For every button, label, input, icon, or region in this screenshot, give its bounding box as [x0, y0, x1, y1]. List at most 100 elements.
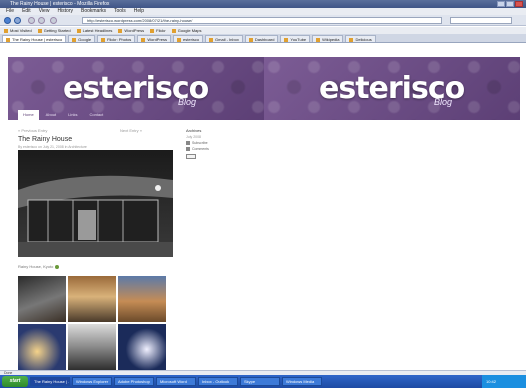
- window-title-bar: The Rainy House | esterisco - Mozilla Fi…: [0, 0, 526, 8]
- menu-item-edit[interactable]: Edit: [22, 8, 31, 15]
- reload-icon[interactable]: [28, 17, 35, 24]
- menu-item-history[interactable]: History: [57, 8, 73, 15]
- taskbar-button[interactable]: Skype: [240, 377, 280, 386]
- previous-entry-link[interactable]: « Previous Entry: [18, 128, 47, 133]
- site-logo-sub: Blog: [178, 97, 197, 107]
- bookmark-label: Most Visited: [10, 28, 32, 33]
- taskbar-button[interactable]: Windows Explorer: [72, 377, 112, 386]
- gallery-thumb[interactable]: [18, 324, 66, 370]
- bookmark-icon: [171, 28, 176, 33]
- start-button[interactable]: start: [2, 376, 28, 387]
- sidebar-button[interactable]: [186, 154, 196, 159]
- gallery-thumb[interactable]: [68, 276, 116, 322]
- bookmark-label: Getting Started: [43, 28, 71, 33]
- bookmark-label: WordPress: [124, 28, 145, 33]
- browser-tab[interactable]: Gmail - Inbox: [205, 35, 243, 42]
- gallery-thumb[interactable]: [118, 276, 166, 322]
- taskbar-button[interactable]: Adobe Photoshop: [114, 377, 154, 386]
- comments-icon: [186, 147, 190, 151]
- maximize-button[interactable]: [506, 1, 514, 7]
- browser-tab[interactable]: Delicious: [345, 35, 376, 42]
- tab-label: Delicious: [355, 37, 372, 42]
- sidebar-sub[interactable]: July 2008: [186, 135, 256, 139]
- bookmark-item[interactable]: Most Visited: [2, 27, 34, 34]
- tab-strip: The Rainy House | esterisco Google Flickr:…: [0, 34, 526, 43]
- bookmark-icon: [4, 28, 8, 33]
- menu-item-view[interactable]: View: [39, 8, 50, 15]
- bookmark-label: Latest Headlines: [82, 28, 113, 33]
- menu-item-tools[interactable]: Tools: [114, 8, 126, 15]
- system-tray-clock: 10:42: [482, 375, 526, 388]
- minimize-button[interactable]: [497, 1, 505, 7]
- browser-tab[interactable]: Wikipedia: [312, 35, 344, 42]
- window-controls: [497, 1, 523, 7]
- tab-label: WordPress: [147, 37, 168, 42]
- site-nav-links[interactable]: Links: [63, 110, 82, 120]
- gallery-thumb[interactable]: [68, 324, 116, 370]
- rss-icon: [186, 141, 190, 145]
- menu-item-file[interactable]: File: [6, 8, 14, 15]
- menu-item-bookmarks[interactable]: Bookmarks: [81, 8, 106, 15]
- web-page: esterisco Blog esterisco Blog Home About L…: [0, 44, 526, 370]
- taskbar-button[interactable]: The Rainy House | ...: [30, 377, 70, 386]
- stop-icon[interactable]: [38, 17, 45, 24]
- house-photo-image: [18, 150, 173, 257]
- taskbar-buttons: The Rainy House | ... Windows Explorer Ado…: [30, 377, 322, 386]
- home-icon[interactable]: [50, 17, 57, 24]
- browser-tab[interactable]: Google: [68, 35, 96, 42]
- bookmark-item[interactable]: Google Maps: [170, 27, 204, 34]
- bookmark-label: Google Maps: [177, 28, 202, 33]
- tab-label: Google: [78, 37, 92, 42]
- browser-tab[interactable]: esterisco: [173, 35, 204, 42]
- forward-icon[interactable]: [14, 17, 21, 24]
- browser-tab[interactable]: Flickr: Photos: [97, 35, 136, 42]
- bookmark-icon: [118, 28, 123, 33]
- photo-caption: Rainy House, Kyoto: [18, 264, 60, 269]
- post-meta: By esterisco on July 21, 2008 in Archite…: [18, 145, 87, 149]
- tab-label: Dashboard: [254, 37, 275, 42]
- bookmark-item[interactable]: Getting Started: [36, 27, 73, 34]
- sidebar-row-comments[interactable]: Comments: [186, 147, 256, 151]
- taskbar-button[interactable]: Microsoft Word: [156, 377, 196, 386]
- tag-icon: [55, 264, 60, 269]
- post-title[interactable]: The Rainy House: [18, 136, 72, 143]
- search-input[interactable]: [450, 17, 512, 24]
- photo-caption-text: Rainy House, Kyoto: [18, 264, 54, 269]
- next-entry-link[interactable]: Next Entry »: [120, 128, 142, 133]
- tab-label: esterisco: [183, 37, 200, 42]
- back-icon[interactable]: [4, 17, 11, 24]
- main-photo[interactable]: [18, 150, 173, 257]
- address-bar[interactable]: http://esterisco.wordpress.com/2008/07/2…: [82, 17, 442, 24]
- bookmark-item[interactable]: Latest Headlines: [75, 27, 115, 34]
- bookmark-icon: [76, 28, 81, 33]
- tab-favicon-icon: [349, 37, 354, 42]
- site-nav-contact[interactable]: Contact: [84, 110, 108, 120]
- tab-favicon-icon: [72, 37, 77, 42]
- bookmark-label: Flickr: [156, 28, 166, 33]
- bookmark-icon: [37, 28, 42, 33]
- bookmark-icon: [150, 28, 155, 33]
- bookmark-item[interactable]: WordPress: [116, 27, 146, 34]
- menu-bar: File Edit View History Bookmarks Tools Help: [0, 8, 526, 15]
- taskbar-button[interactable]: Inbox - Outlook: [198, 377, 238, 386]
- gallery-thumb[interactable]: [18, 276, 66, 322]
- sidebar-row-subscribe[interactable]: Subscribe: [186, 141, 256, 145]
- browser-tab[interactable]: WordPress: [137, 35, 172, 42]
- tab-label: YouTube: [290, 37, 307, 42]
- windows-taskbar: start The Rainy House | ... Windows Explo…: [0, 375, 526, 388]
- close-button[interactable]: [515, 1, 523, 7]
- tab-label: The Rainy House | esterisco: [12, 37, 63, 42]
- tab-label: Flickr: Photos: [107, 37, 132, 42]
- sidebar-row-label: Comments: [192, 147, 209, 151]
- browser-tab[interactable]: Dashboard: [244, 35, 279, 42]
- sidebar-row-label: Subscribe: [192, 141, 208, 145]
- site-nav-home[interactable]: Home: [18, 110, 39, 120]
- browser-tab[interactable]: The Rainy House | esterisco: [2, 35, 67, 42]
- site-nav-about[interactable]: About: [41, 110, 61, 120]
- gallery-thumb[interactable]: [118, 324, 166, 370]
- site-nav: Home About Links Contact: [8, 110, 264, 120]
- taskbar-button[interactable]: Windows Media: [282, 377, 322, 386]
- bookmark-item[interactable]: Flickr: [148, 27, 168, 34]
- menu-item-help[interactable]: Help: [134, 8, 144, 15]
- browser-tab[interactable]: YouTube: [280, 35, 311, 42]
